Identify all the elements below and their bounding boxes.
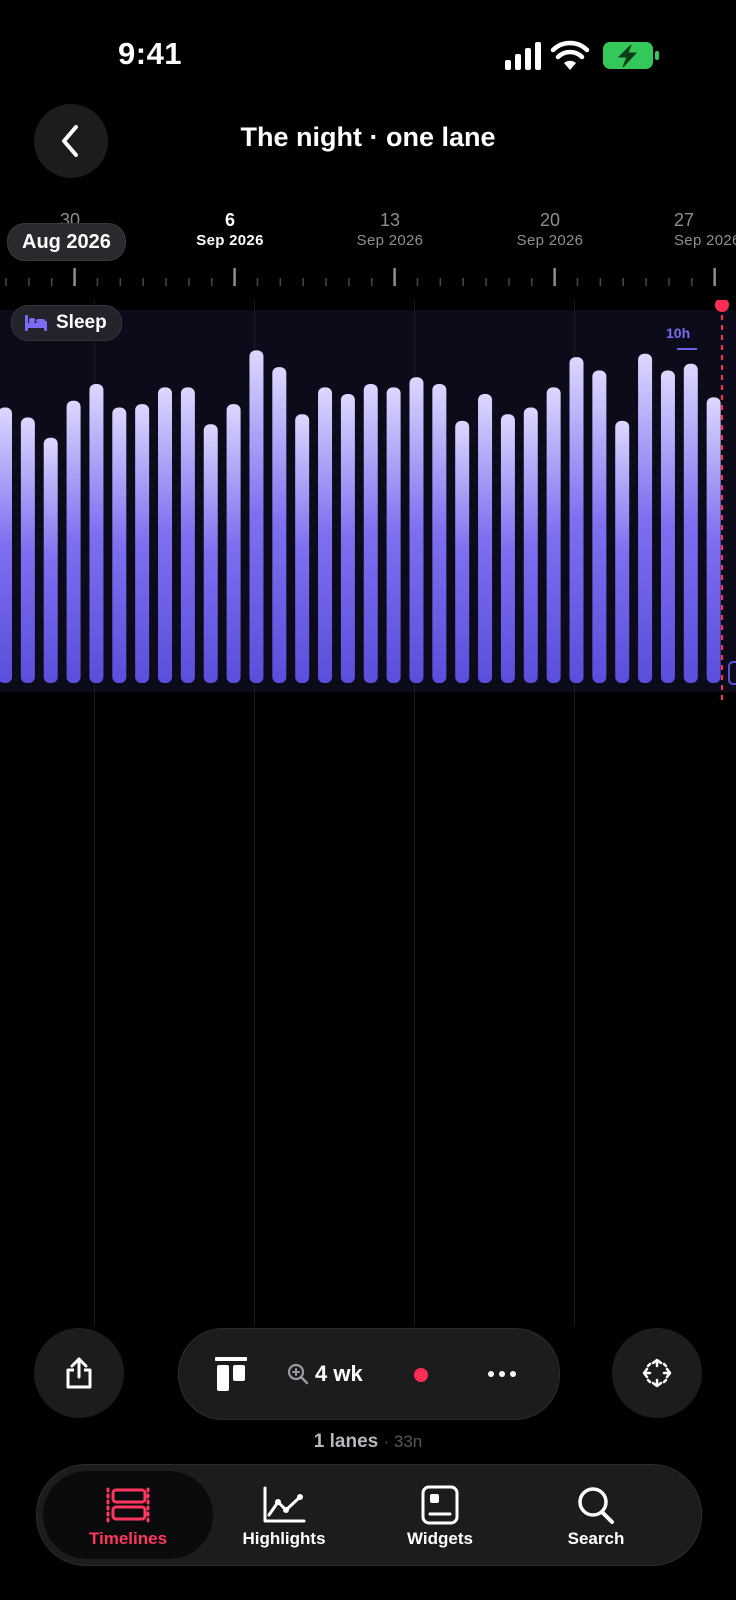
highlights-icon bbox=[263, 1486, 306, 1523]
sleep-bar[interactable] bbox=[615, 420, 630, 683]
signal-icon bbox=[505, 42, 541, 70]
share-icon bbox=[66, 1357, 92, 1389]
sleep-bar[interactable] bbox=[66, 400, 81, 683]
sleep-bar[interactable] bbox=[638, 353, 653, 683]
nights-count: · 33n bbox=[383, 1432, 423, 1451]
sleep-bar[interactable] bbox=[546, 387, 561, 683]
sleep-bar[interactable] bbox=[180, 387, 195, 683]
tab-label: Search bbox=[567, 1529, 625, 1548]
now-marker[interactable] bbox=[715, 300, 729, 312]
sleep-bar[interactable] bbox=[455, 420, 470, 683]
bed-icon bbox=[25, 315, 47, 331]
wifi-icon bbox=[550, 40, 590, 70]
ruler-date-27: 27 Sep 2026 bbox=[674, 210, 736, 249]
sleep-bar[interactable] bbox=[592, 370, 607, 683]
bar-partial bbox=[728, 661, 736, 685]
sleep-bar[interactable] bbox=[249, 350, 264, 683]
lane-label: Sleep bbox=[56, 312, 107, 333]
sleep-bar[interactable] bbox=[500, 414, 515, 683]
sleep-bar[interactable] bbox=[0, 407, 12, 683]
sleep-bar[interactable] bbox=[272, 367, 287, 683]
sleep-bar[interactable] bbox=[660, 370, 675, 683]
ruler-date-6: 6 Sep 2026 bbox=[196, 210, 264, 249]
tab-timelines[interactable]: Timelines bbox=[43, 1471, 213, 1559]
sleep-bar[interactable] bbox=[523, 407, 538, 683]
widgets-icon bbox=[421, 1485, 459, 1525]
axis-max-label: 10h bbox=[666, 325, 691, 341]
record-dot-icon[interactable] bbox=[413, 1367, 429, 1383]
tab-widgets[interactable]: Widgets bbox=[355, 1471, 525, 1559]
sleep-bar[interactable] bbox=[89, 383, 104, 683]
status-icons bbox=[505, 40, 659, 70]
tab-bar: Timelines Highlights Widgets Search bbox=[36, 1464, 702, 1566]
sleep-bar[interactable] bbox=[340, 394, 355, 683]
toolbar-pill: 4 wk bbox=[178, 1328, 560, 1420]
more-icon[interactable] bbox=[487, 1369, 517, 1379]
lanes-summary: 1 lanes · 33n bbox=[0, 1431, 736, 1453]
sleep-bar[interactable] bbox=[569, 357, 584, 683]
tab-label: Timelines bbox=[88, 1529, 168, 1548]
sleep-bar[interactable] bbox=[432, 383, 447, 683]
lane-chip-sleep[interactable]: Sleep bbox=[11, 305, 122, 341]
sleep-bar[interactable] bbox=[318, 387, 333, 683]
ruler-date-20: 20 Sep 2026 bbox=[516, 210, 584, 249]
sleep-bar[interactable] bbox=[295, 414, 310, 683]
sleep-bar[interactable] bbox=[20, 417, 35, 683]
sleep-bar[interactable] bbox=[683, 363, 698, 683]
ruler-ticks[interactable] bbox=[0, 264, 736, 290]
sleep-bar[interactable] bbox=[135, 404, 150, 683]
sleep-chart[interactable] bbox=[0, 300, 736, 720]
sleep-bar[interactable] bbox=[409, 377, 424, 683]
axis-max-line bbox=[677, 348, 697, 350]
sleep-bar[interactable] bbox=[203, 424, 218, 683]
sleep-bar[interactable] bbox=[363, 383, 378, 683]
status-time: 9:41 bbox=[118, 36, 183, 71]
sleep-bar[interactable] bbox=[706, 397, 721, 683]
tab-label: Widgets bbox=[407, 1529, 473, 1548]
tab-highlights[interactable]: Highlights bbox=[199, 1471, 369, 1559]
share-button[interactable] bbox=[34, 1328, 124, 1418]
sleep-bar[interactable] bbox=[158, 387, 173, 683]
tab-label: Highlights bbox=[242, 1529, 326, 1548]
lanes-count: 1 lanes bbox=[313, 1431, 379, 1452]
month-pill[interactable]: Aug 2026 bbox=[7, 223, 126, 261]
zoom-icon bbox=[287, 1363, 309, 1385]
search-icon bbox=[578, 1487, 614, 1524]
page-title: The night · one lane bbox=[240, 122, 496, 152]
ruler-date-13: 13 Sep 2026 bbox=[356, 210, 424, 249]
layout-icon[interactable] bbox=[215, 1357, 247, 1391]
tab-search[interactable]: Search bbox=[511, 1471, 681, 1559]
sleep-bar[interactable] bbox=[43, 437, 58, 683]
sleep-bar[interactable] bbox=[478, 394, 493, 683]
sleep-bar[interactable] bbox=[386, 387, 401, 683]
timelines-icon bbox=[106, 1487, 150, 1523]
sleep-bar[interactable] bbox=[226, 404, 241, 683]
fit-button[interactable] bbox=[612, 1328, 702, 1418]
battery-icon bbox=[603, 42, 659, 69]
sleep-bar[interactable] bbox=[112, 407, 127, 683]
zoom-button[interactable]: 4 wk bbox=[315, 1361, 363, 1387]
fit-icon bbox=[642, 1358, 672, 1388]
